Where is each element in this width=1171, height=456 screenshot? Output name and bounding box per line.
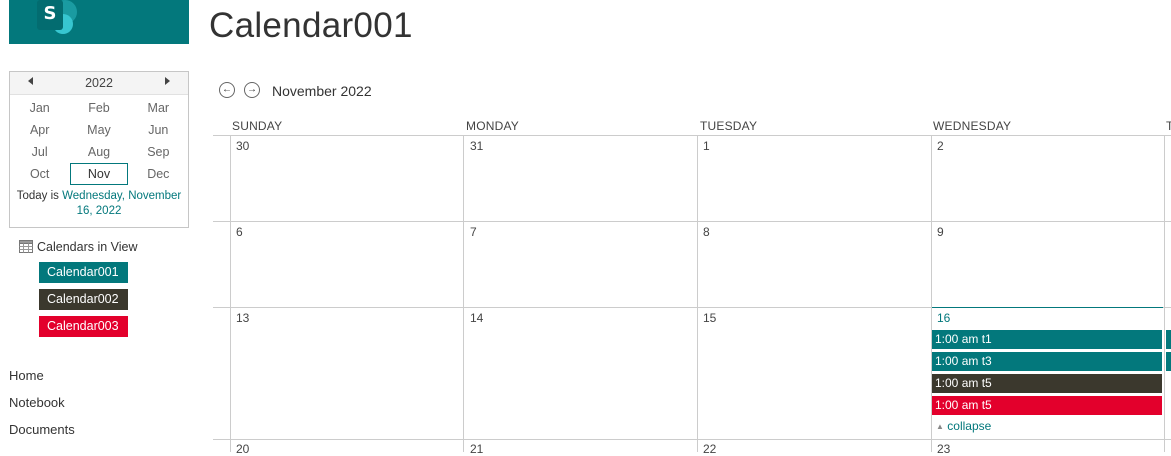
day-header-tuesday: TUESDAY xyxy=(700,119,758,133)
day-header-monday: MONDAY xyxy=(466,119,519,133)
collapse-label: collapse xyxy=(947,419,992,433)
calendar-event-continuation[interactable] xyxy=(1166,352,1171,371)
calendar-event[interactable]: 1:00 am t5 xyxy=(932,374,1162,393)
day-header-sunday: SUNDAY xyxy=(232,119,283,133)
day-cell-number[interactable]: 13 xyxy=(236,311,249,325)
day-cell-number[interactable]: 23 xyxy=(937,442,950,456)
calendar-event[interactable]: 1:00 am t1 xyxy=(932,330,1162,349)
day-cell-number[interactable]: 8 xyxy=(703,225,710,239)
caret-up-icon: ▲ xyxy=(936,422,944,431)
day-cell-number[interactable]: 31 xyxy=(470,139,483,153)
day-header-thursday: T xyxy=(1166,119,1171,133)
day-cell-number[interactable]: 15 xyxy=(703,311,716,325)
day-cell-number[interactable]: 22 xyxy=(703,442,716,456)
day-cell-number[interactable]: 21 xyxy=(470,442,483,456)
collapse-link[interactable]: ▲ collapse xyxy=(936,419,991,433)
day-cell-number[interactable]: 1 xyxy=(703,139,710,153)
calendar-event[interactable]: 1:00 am t3 xyxy=(932,352,1162,371)
day-cell-number-today[interactable]: 16 xyxy=(937,311,950,325)
day-cell-number[interactable]: 6 xyxy=(236,225,243,239)
calendar-event-continuation[interactable] xyxy=(1166,330,1171,349)
day-cell-number[interactable]: 7 xyxy=(470,225,477,239)
day-cell-number[interactable]: 30 xyxy=(236,139,249,153)
day-cell-number[interactable]: 14 xyxy=(470,311,483,325)
day-cell-number[interactable]: 20 xyxy=(236,442,249,456)
calendar-event[interactable]: 1:00 am t5 xyxy=(932,396,1162,415)
day-header-wednesday: WEDNESDAY xyxy=(933,119,1012,133)
day-cell-number[interactable]: 9 xyxy=(937,225,944,239)
day-cell-number[interactable]: 2 xyxy=(937,139,944,153)
